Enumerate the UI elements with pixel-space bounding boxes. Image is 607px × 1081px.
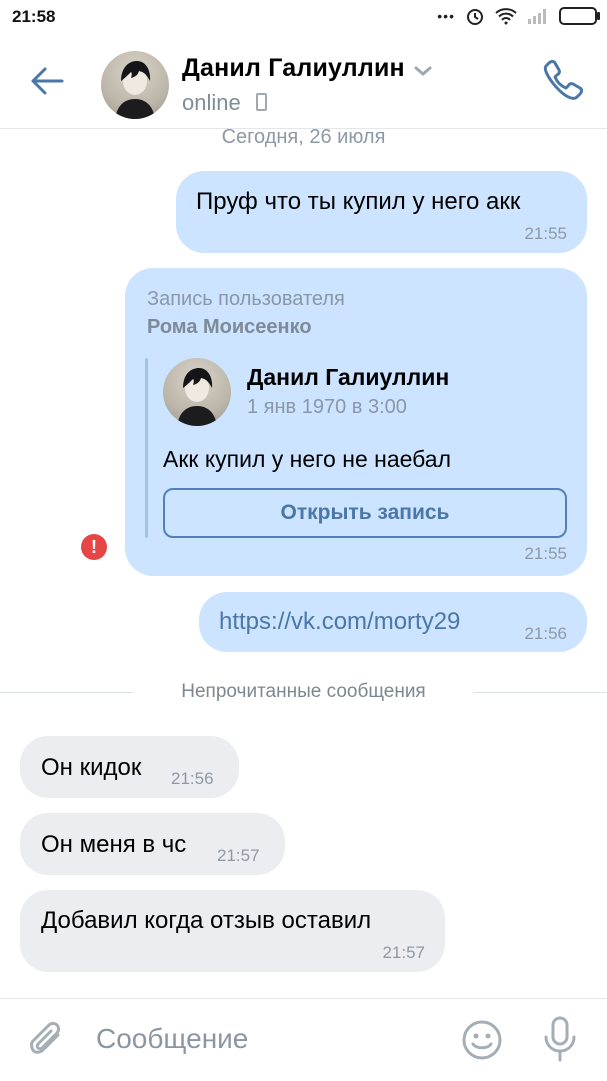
message-time: 21:55	[524, 224, 567, 243]
message-time: 21:55	[524, 544, 567, 563]
signal-icon	[528, 9, 546, 24]
unread-separator: Непрочитанные сообщения	[0, 680, 607, 706]
date-separator: Сегодня, 26 июля	[221, 126, 386, 148]
message-time: 21:56	[171, 769, 214, 788]
incoming-message[interactable]: Он меня в чс 21:57	[20, 813, 285, 875]
message-composer: Сообщение	[0, 998, 607, 1081]
phone-icon[interactable]	[540, 58, 584, 102]
alarm-icon	[467, 9, 483, 25]
mobile-device-icon	[256, 93, 267, 111]
message-text: Пруф что ты купил у него акк	[196, 188, 521, 215]
dots-icon: •••	[437, 8, 455, 24]
outgoing-message[interactable]: https://vk.com/morty29 21:56	[199, 592, 587, 652]
status-bar: 21:58 •••	[0, 0, 607, 34]
incoming-message[interactable]: Он кидок 21:56	[20, 736, 239, 798]
message-time: 21:56	[524, 624, 567, 643]
contact-status: online	[182, 90, 241, 115]
message-text: Добавил когда отзыв оставил	[41, 907, 372, 934]
repost-quote-bar	[145, 358, 148, 538]
open-post-button[interactable]: Открыть запись	[163, 488, 567, 538]
contact-name[interactable]: Данил Галиуллин	[182, 54, 405, 83]
repost-author[interactable]: Рома Моисеенко	[147, 316, 312, 339]
post-author-name[interactable]: Данил Галиуллин	[247, 364, 449, 391]
post-date: 1 янв 1970 в 3:00	[247, 396, 407, 418]
status-icons: •••	[437, 6, 600, 26]
repost-label: Запись пользователя	[147, 288, 345, 310]
outgoing-message[interactable]: Пруф что ты купил у него акк 21:55	[176, 171, 587, 253]
post-text: Акк купил у него не наебал	[163, 446, 452, 472]
microphone-icon[interactable]	[540, 1015, 580, 1063]
message-time: 21:57	[382, 943, 425, 962]
chat-header: Данил Галиуллин online	[0, 34, 607, 129]
contact-avatar[interactable]	[101, 51, 169, 119]
message-text: Он меня в чс	[41, 831, 187, 858]
incoming-message[interactable]: Добавил когда отзыв оставил 21:57	[20, 890, 445, 972]
post-author-avatar[interactable]	[163, 358, 231, 426]
paperclip-icon[interactable]	[28, 1019, 68, 1063]
emoji-icon[interactable]	[461, 1019, 503, 1061]
wifi-icon	[495, 8, 517, 25]
separator-line	[473, 692, 607, 693]
back-arrow-icon[interactable]	[28, 62, 66, 100]
battery-icon	[559, 7, 600, 25]
error-icon[interactable]: !	[81, 534, 107, 560]
message-link[interactable]: https://vk.com/morty29	[219, 608, 460, 636]
message-text: Он кидок	[41, 754, 142, 781]
outgoing-repost-message[interactable]: Запись пользователя Рома Моисеенко Данил…	[125, 268, 587, 576]
message-time: 21:57	[217, 846, 260, 865]
chevron-down-icon[interactable]	[413, 64, 433, 78]
status-time: 21:58	[12, 7, 56, 26]
message-input[interactable]: Сообщение	[96, 1023, 248, 1055]
